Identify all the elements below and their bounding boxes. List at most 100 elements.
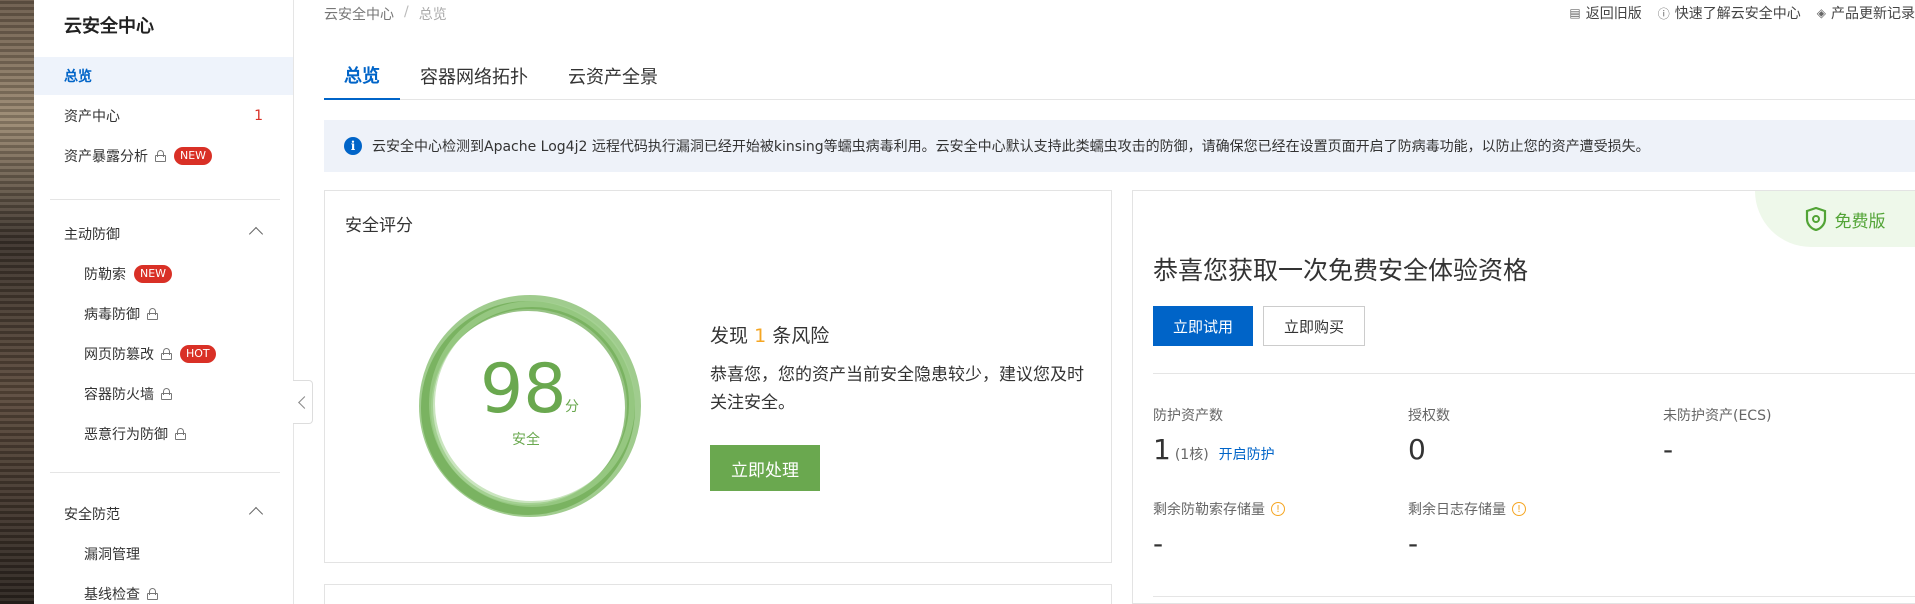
sidebar-divider bbox=[50, 199, 280, 200]
lock-icon bbox=[161, 348, 172, 360]
toplink-label: 快速了解云安全中心 bbox=[1674, 6, 1801, 22]
sidebar-group-active-defense[interactable]: 主动防御 bbox=[34, 215, 293, 253]
risk-summary: 发现 1 条风险 bbox=[710, 321, 829, 348]
stat-value: - bbox=[1153, 527, 1164, 560]
log-storage-stat: 剩余日志存储量 ! - bbox=[1408, 499, 1526, 560]
lock-icon bbox=[147, 308, 158, 320]
stat-value: - bbox=[1408, 527, 1419, 560]
help-icon[interactable]: ! bbox=[1512, 502, 1526, 516]
notice-banner: i 云安全中心检测到Apache Log4j2 远程代码执行漏洞已经开始被kin… bbox=[324, 120, 1915, 172]
risk-description: 恭喜您，您的资产当前安全隐患较少，建议您及时关注安全。 bbox=[710, 365, 1084, 413]
back-to-old-link[interactable]: ▤ 返回旧版 bbox=[1569, 3, 1641, 23]
sidebar-item-label: 恶意行为防御 bbox=[84, 427, 168, 443]
sidebar-item-label: 病毒防御 bbox=[84, 307, 140, 323]
stat-value: 0 bbox=[1408, 433, 1426, 466]
card-title: 安全评分 bbox=[345, 216, 413, 236]
protected-count: 1 bbox=[1153, 433, 1171, 466]
sidebar-item-vulnerability-mgmt[interactable]: 漏洞管理 bbox=[34, 535, 293, 573]
enable-protection-link[interactable]: 开启防护 bbox=[1219, 444, 1275, 464]
sidebar-item-label: 基线检查 bbox=[84, 587, 140, 603]
stat-value: 1 (1核) 开启防护 bbox=[1153, 433, 1275, 466]
core-count: (1核) bbox=[1174, 447, 1209, 463]
sidebar-group-label: 主动防御 bbox=[64, 227, 120, 243]
ransom-storage-stat: 剩余防勒索存储量 ! - bbox=[1153, 499, 1285, 560]
stat-label-text: 剩余日志存储量 bbox=[1408, 502, 1506, 518]
sidebar-item-container-firewall[interactable]: 容器防火墙 bbox=[34, 375, 293, 413]
sidebar-item-overview[interactable]: 总览 bbox=[34, 57, 293, 95]
free-trial-card: 免费版 恭喜您获取一次免费安全体验资格 立即试用 立即购买 防护资产数 1 (1… bbox=[1132, 190, 1915, 604]
quick-intro-link[interactable]: ⓘ 快速了解云安全中心 bbox=[1658, 3, 1801, 23]
divider bbox=[1153, 373, 1915, 374]
sidebar-item-malicious-behavior[interactable]: 恶意行为防御 bbox=[34, 415, 293, 453]
security-score-card: 安全评分 98 分 安全 发现 1 条风险 恭喜您，您的资产当前安全隐患较少，建… bbox=[324, 190, 1112, 563]
sidebar-group-security-prevention[interactable]: 安全防范 bbox=[34, 495, 293, 533]
sidebar-item-label: 漏洞管理 bbox=[84, 547, 140, 563]
lock-icon bbox=[147, 588, 158, 600]
divider bbox=[1153, 596, 1915, 597]
sidebar-item-web-tamper-proof[interactable]: 网页防篡改 HOT bbox=[34, 335, 293, 373]
breadcrumb: 云安全中心 / 总览 bbox=[324, 4, 447, 24]
sidebar-item-label: 总览 bbox=[64, 69, 92, 85]
score-value: 98 bbox=[480, 350, 567, 429]
lock-icon bbox=[161, 388, 172, 400]
score-status: 安全 bbox=[512, 432, 540, 448]
risk-prefix: 发现 bbox=[710, 325, 749, 347]
lock-icon bbox=[155, 150, 166, 162]
shield-icon bbox=[1805, 207, 1826, 231]
stat-label-text: 剩余防勒索存储量 bbox=[1153, 502, 1265, 518]
try-now-button[interactable]: 立即试用 bbox=[1153, 306, 1253, 346]
tab-container-topology[interactable]: 容器网络拓扑 bbox=[400, 52, 548, 100]
tab-bar: 总览 容器网络拓扑 云资产全景 bbox=[324, 52, 1915, 100]
sidebar-item-label: 防勒索 bbox=[84, 267, 126, 283]
sidebar-item-asset-center[interactable]: 资产中心 1 bbox=[34, 97, 293, 135]
tab-overview[interactable]: 总览 bbox=[324, 52, 400, 100]
desktop-backdrop bbox=[0, 0, 34, 604]
toplink-label: 产品更新记录 bbox=[1831, 6, 1915, 22]
risk-suffix: 条风险 bbox=[772, 325, 830, 347]
new-badge: NEW bbox=[134, 265, 173, 283]
help-circle-icon: ⓘ bbox=[1657, 6, 1670, 21]
hot-badge: HOT bbox=[180, 345, 216, 363]
sidebar-item-label: 资产暴露分析 bbox=[64, 149, 148, 165]
free-edition-tag: 免费版 bbox=[1755, 191, 1915, 247]
offer-title: 恭喜您获取一次免费安全体验资格 bbox=[1153, 256, 1529, 285]
asset-count-badge: 1 bbox=[254, 108, 263, 124]
layers-icon: ◈ bbox=[1816, 6, 1826, 20]
stat-label: 剩余防勒索存储量 ! bbox=[1153, 499, 1285, 519]
stat-value: - bbox=[1663, 433, 1674, 466]
stat-label: 未防护资产(ECS) bbox=[1663, 408, 1772, 424]
score-unit: 分 bbox=[565, 399, 579, 415]
breadcrumb-root[interactable]: 云安全中心 bbox=[324, 4, 394, 24]
help-icon[interactable]: ! bbox=[1271, 502, 1285, 516]
sidebar-title: 云安全中心 bbox=[64, 16, 154, 37]
breadcrumb-current: 总览 bbox=[418, 7, 447, 23]
free-edition-label: 免费版 bbox=[1834, 211, 1886, 232]
sidebar-item-label: 资产中心 bbox=[64, 109, 120, 125]
notice-text: 云安全中心检测到Apache Log4j2 远程代码执行漏洞已经开始被kinsi… bbox=[372, 139, 1650, 155]
changelog-link[interactable]: ◈ 产品更新记录 bbox=[1817, 3, 1915, 23]
chevron-up-icon bbox=[248, 226, 264, 242]
info-icon: i bbox=[344, 137, 362, 155]
main-content: 云安全中心 / 总览 ▤ 返回旧版 ⓘ 快速了解云安全中心 ◈ 产品更新记录 总… bbox=[294, 0, 1915, 604]
sidebar-item-baseline-check[interactable]: 基线检查 bbox=[34, 575, 293, 604]
sidebar-item-exposure-analysis[interactable]: 资产暴露分析 NEW bbox=[34, 137, 293, 175]
sidebar-item-anti-ransomware[interactable]: 防勒索 NEW bbox=[34, 255, 293, 293]
sidebar-group-label: 安全防范 bbox=[64, 507, 120, 523]
sidebar: 云安全中心 总览 资产中心 1 资产暴露分析 NEW 主动防御 防勒索 NEW … bbox=[34, 0, 294, 604]
buy-now-button[interactable]: 立即购买 bbox=[1263, 306, 1365, 346]
toplink-label: 返回旧版 bbox=[1585, 6, 1642, 22]
top-links: ▤ 返回旧版 ⓘ 快速了解云安全中心 ◈ 产品更新记录 bbox=[1569, 3, 1915, 23]
breadcrumb-separator: / bbox=[404, 4, 409, 20]
secondary-card bbox=[324, 584, 1112, 604]
license-count-stat: 授权数 0 bbox=[1408, 405, 1450, 466]
sidebar-divider bbox=[50, 472, 280, 473]
sidebar-item-label: 网页防篡改 bbox=[84, 347, 154, 363]
handle-now-button[interactable]: 立即处理 bbox=[710, 445, 820, 491]
tab-cloud-asset-panorama[interactable]: 云资产全景 bbox=[548, 52, 678, 100]
stat-label: 剩余日志存储量 ! bbox=[1408, 499, 1526, 519]
sidebar-item-virus-defense[interactable]: 病毒防御 bbox=[34, 295, 293, 333]
chevron-up-icon bbox=[248, 506, 264, 522]
unprotected-assets-stat: 未防护资产(ECS) - bbox=[1663, 405, 1771, 466]
stat-label: 防护资产数 bbox=[1153, 408, 1223, 424]
sidebar-item-label: 容器防火墙 bbox=[84, 387, 154, 403]
